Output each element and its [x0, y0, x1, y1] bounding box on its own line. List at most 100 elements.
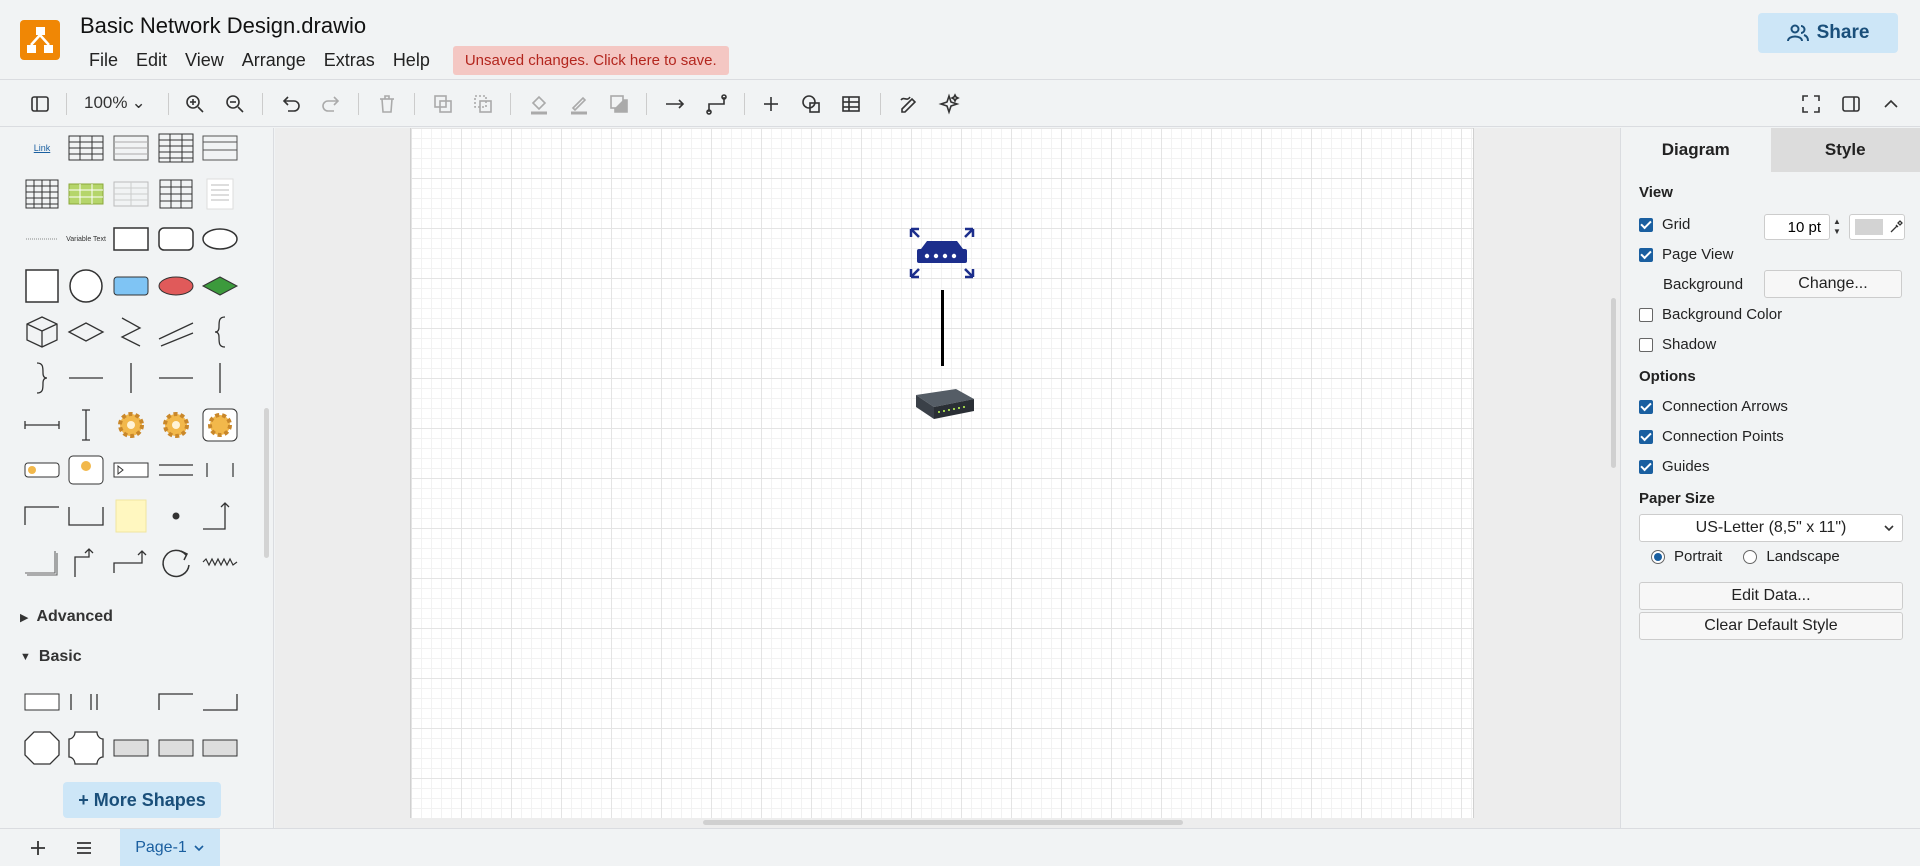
tab-style[interactable]: Style [1770, 128, 1920, 172]
menu-file[interactable]: File [80, 46, 127, 75]
waypoints-icon[interactable] [702, 89, 732, 119]
vertical-line-shape-2[interactable] [200, 360, 240, 396]
zoom-out-icon[interactable] [220, 89, 250, 119]
edit-data-button[interactable]: Edit Data... [1639, 582, 1903, 610]
link-shape[interactable]: Link [22, 130, 62, 166]
partial-rectangle-bottom-shape[interactable] [66, 498, 106, 534]
grid-size-stepper[interactable]: ▲ ▼ [1831, 214, 1843, 240]
colored-table-shape[interactable] [66, 176, 106, 212]
section-advanced[interactable]: ▶ Advanced [20, 608, 113, 626]
zoom-dropdown[interactable]: 100% ⌄ [84, 93, 146, 113]
basic-plaque-shape[interactable] [66, 730, 106, 766]
document-title[interactable]: Basic Network Design.drawio [80, 13, 366, 39]
shadow-checkbox[interactable] [1639, 337, 1653, 352]
horizontal-line-shape-2[interactable] [156, 360, 196, 396]
diagram-page[interactable] [410, 128, 1474, 818]
router-node[interactable] [909, 227, 975, 279]
horizontal-scrollbar[interactable] [703, 820, 1183, 825]
shadow-icon[interactable] [604, 89, 634, 119]
tab-diagram[interactable]: Diagram [1621, 128, 1771, 172]
variable-text-shape[interactable]: Variable Text [66, 221, 106, 257]
background-color-checkbox[interactable] [1639, 307, 1653, 322]
light-table-shape[interactable] [111, 176, 151, 212]
fullscreen-icon[interactable] [1796, 89, 1826, 119]
grid-size-input[interactable] [1764, 214, 1830, 240]
zigzag-shape[interactable] [111, 314, 151, 350]
ai-sparkles-icon[interactable] [934, 89, 964, 119]
basic-gray-rect-shape-3[interactable] [200, 730, 240, 766]
blue-rectangle-shape[interactable] [111, 268, 151, 304]
labeled-gear-card-shape[interactable] [66, 452, 106, 488]
connection-arrows-checkbox[interactable] [1639, 399, 1653, 414]
connection-points-option[interactable]: Connection Points [1639, 428, 1784, 445]
rectangle-shape[interactable] [111, 221, 151, 257]
zoom-in-icon[interactable] [180, 89, 210, 119]
connection-points-checkbox[interactable] [1639, 429, 1653, 444]
grid-checkbox[interactable] [1639, 217, 1653, 232]
basic-octagon-shape[interactable] [22, 730, 62, 766]
right-curly-brace-shape[interactable] [22, 360, 62, 396]
pages-menu-icon[interactable] [70, 834, 98, 862]
bent-arrow-shape[interactable] [111, 544, 151, 580]
section-basic[interactable]: ▼ Basic [20, 648, 82, 666]
basic-partial-top-shape[interactable] [156, 684, 196, 720]
vertical-line-shape[interactable] [111, 360, 151, 396]
redo-icon[interactable] [316, 89, 346, 119]
left-curly-brace-shape[interactable] [200, 314, 240, 350]
menu-view[interactable]: View [176, 46, 233, 75]
gear-icon-2[interactable] [156, 407, 196, 443]
rotate-arrow-icon[interactable] [156, 544, 196, 580]
grid-table-shape[interactable] [156, 130, 196, 166]
list-shape[interactable] [111, 130, 151, 166]
guides-option[interactable]: Guides [1639, 458, 1710, 475]
fill-color-icon[interactable] [524, 89, 554, 119]
page-view-option[interactable]: Page View [1639, 246, 1733, 263]
corner-shape[interactable] [22, 544, 62, 580]
menu-extras[interactable]: Extras [315, 46, 384, 75]
note-shape[interactable] [111, 498, 151, 534]
split-line-shape[interactable] [200, 452, 240, 488]
guides-checkbox[interactable] [1639, 459, 1653, 474]
basic-gray-rect-shape-2[interactable] [156, 730, 196, 766]
table-shape[interactable] [66, 130, 106, 166]
share-button[interactable]: Share [1758, 13, 1898, 53]
gear-framed-icon[interactable] [200, 407, 240, 443]
format-panel-toggle-icon[interactable] [25, 89, 55, 119]
page-view-checkbox[interactable] [1639, 247, 1653, 262]
basic-rect-divided-shape[interactable] [22, 684, 62, 720]
connection-arrows-option[interactable]: Connection Arrows [1639, 398, 1788, 415]
background-color-option[interactable]: Background Color [1639, 306, 1782, 323]
basic-vertical-lines-shape[interactable] [66, 684, 106, 720]
switch-node[interactable] [910, 385, 976, 425]
freehand-draw-icon[interactable] [894, 89, 924, 119]
to-front-icon[interactable] [428, 89, 458, 119]
class-shape[interactable] [200, 130, 240, 166]
delete-icon[interactable] [372, 89, 402, 119]
labeled-gear-box-shape[interactable] [22, 452, 62, 488]
text-shape[interactable] [22, 221, 62, 257]
connector-edge[interactable] [941, 290, 944, 366]
table-shape-3[interactable] [156, 176, 196, 212]
parallel-lines-shape[interactable] [156, 314, 196, 350]
insert-plus-icon[interactable] [756, 89, 786, 119]
collapse-chevron-up-icon[interactable] [1876, 89, 1906, 119]
change-background-button[interactable]: Change... [1764, 270, 1902, 298]
wave-line-shape[interactable] [200, 544, 240, 580]
menu-arrange[interactable]: Arrange [233, 46, 315, 75]
dimension-vertical-shape[interactable] [66, 407, 106, 443]
connection-arrow-icon[interactable] [660, 89, 690, 119]
unsaved-changes-button[interactable]: Unsaved changes. Click here to save. [452, 46, 729, 75]
shapes-icon[interactable] [796, 89, 826, 119]
rhombus-shape[interactable] [66, 314, 106, 350]
stepper-up-icon[interactable]: ▲ [1833, 217, 1841, 227]
vertical-scrollbar[interactable] [1611, 298, 1616, 468]
dimension-horizontal-shape[interactable] [22, 407, 62, 443]
basic-gray-rect-shape[interactable] [111, 730, 151, 766]
menu-help[interactable]: Help [384, 46, 439, 75]
grid-option[interactable]: Grid [1639, 216, 1690, 233]
more-shapes-button[interactable]: + More Shapes [63, 782, 221, 818]
diagram-canvas[interactable] [275, 128, 1620, 828]
add-page-icon[interactable] [24, 834, 52, 862]
sidebar-scrollbar[interactable] [264, 408, 269, 558]
note-list-shape[interactable] [200, 176, 240, 212]
